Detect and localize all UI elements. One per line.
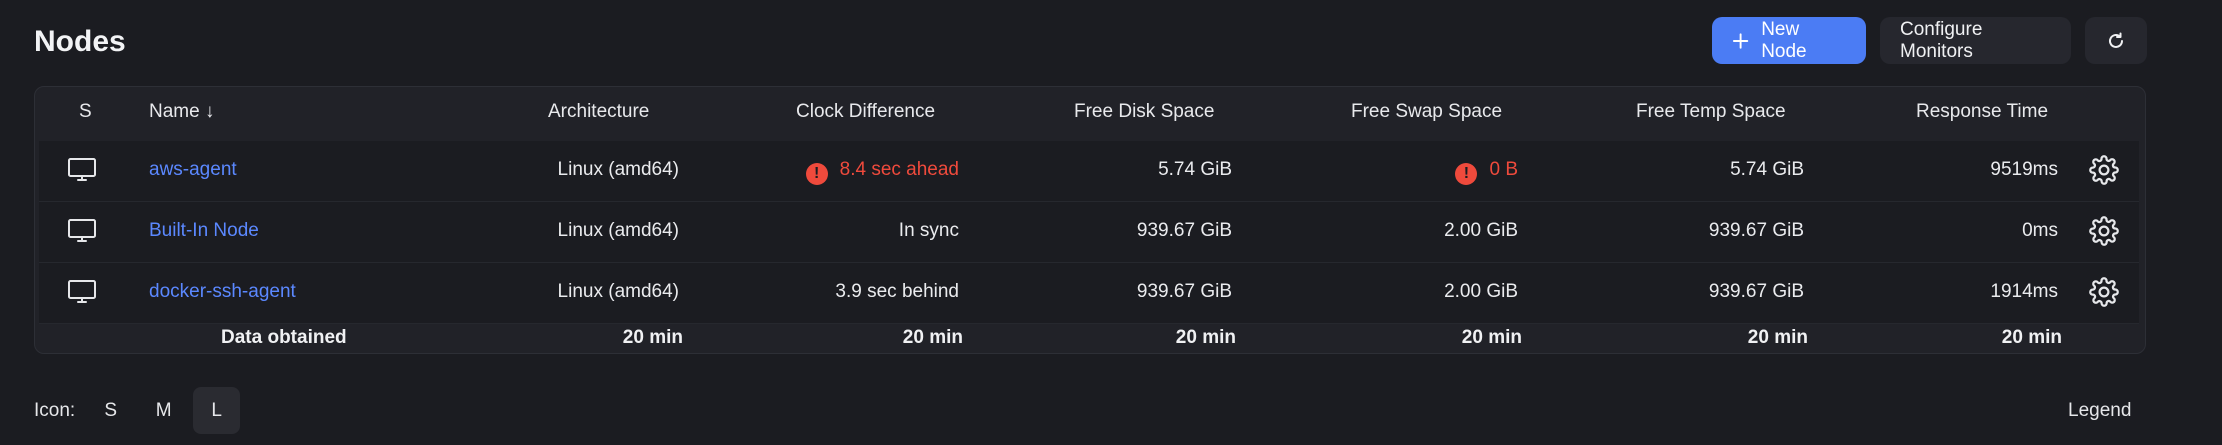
free-swap-value: 0 B bbox=[1489, 159, 1518, 180]
clock-difference-cell: ! 8.4 sec ahead bbox=[805, 159, 959, 185]
legend-link[interactable]: Legend bbox=[2068, 400, 2131, 422]
nodes-table: S Name ↓ Architecture Clock Difference F… bbox=[34, 86, 2146, 354]
computer-icon bbox=[68, 219, 96, 242]
table-footer: Data obtained 20 min 20 min 20 min 20 mi… bbox=[35, 323, 2145, 353]
clock-difference-cell: 3.9 sec behind bbox=[835, 281, 959, 302]
response-time-cell: 9519ms bbox=[1990, 159, 2058, 180]
column-header-status[interactable]: S bbox=[79, 101, 92, 123]
new-node-button[interactable]: New Node bbox=[1712, 17, 1866, 64]
node-name-link[interactable]: docker-ssh-agent bbox=[149, 281, 296, 303]
column-header-clock-difference[interactable]: Clock Difference bbox=[796, 101, 935, 123]
response-time-cell: 0ms bbox=[2022, 220, 2058, 241]
plus-icon bbox=[1732, 32, 1749, 49]
free-temp-cell: 939.67 GiB bbox=[1708, 220, 1804, 241]
table-row: docker-ssh-agent Linux (amd64) 3.9 sec b… bbox=[39, 263, 2139, 324]
free-disk-cell: 939.67 GiB bbox=[1136, 220, 1232, 241]
column-header-response-time[interactable]: Response Time bbox=[1916, 101, 2048, 123]
column-header-free-swap-space[interactable]: Free Swap Space bbox=[1351, 101, 1502, 123]
column-header-free-temp-space[interactable]: Free Temp Space bbox=[1636, 101, 1786, 123]
table-row: Built-In Node Linux (amd64) In sync 939.… bbox=[39, 202, 2139, 263]
footer-clock-difference: 20 min bbox=[902, 327, 963, 348]
table-row: aws-agent Linux (amd64) ! 8.4 sec ahead 5… bbox=[39, 141, 2139, 202]
refresh-icon bbox=[2109, 32, 2123, 48]
icon-size-s[interactable]: S bbox=[87, 387, 134, 434]
gear-icon[interactable] bbox=[2089, 216, 2119, 246]
clock-difference-value: 8.4 sec ahead bbox=[839, 159, 959, 180]
node-name-link[interactable]: Built-In Node bbox=[149, 220, 259, 242]
free-disk-cell: 939.67 GiB bbox=[1136, 281, 1232, 302]
node-name-link[interactable]: aws-agent bbox=[149, 159, 237, 181]
icon-size-selector: Icon: S M L bbox=[34, 387, 241, 434]
architecture-cell: Linux (amd64) bbox=[557, 159, 679, 180]
free-disk-cell: 5.74 GiB bbox=[1158, 159, 1232, 180]
warning-icon: ! bbox=[805, 163, 828, 185]
clock-difference-cell: In sync bbox=[898, 220, 959, 241]
gear-icon[interactable] bbox=[2089, 277, 2119, 307]
configure-monitors-button[interactable]: Configure Monitors bbox=[1880, 17, 2071, 64]
icon-size-label: Icon: bbox=[34, 399, 76, 421]
footer-free-swap: 20 min bbox=[1461, 327, 1522, 348]
icon-size-l[interactable]: L bbox=[193, 387, 241, 434]
column-header-name[interactable]: Name ↓ bbox=[149, 101, 214, 123]
free-swap-cell: ! 0 B bbox=[1455, 159, 1518, 185]
response-time-cell: 1914ms bbox=[1990, 281, 2058, 302]
table-header: S Name ↓ Architecture Clock Difference F… bbox=[35, 87, 2145, 141]
free-temp-cell: 939.67 GiB bbox=[1708, 281, 1804, 302]
footer-architecture: 20 min bbox=[622, 327, 683, 348]
architecture-cell: Linux (amd64) bbox=[557, 220, 679, 241]
new-node-label: New Node bbox=[1761, 18, 1807, 62]
column-header-architecture[interactable]: Architecture bbox=[548, 101, 649, 123]
computer-icon bbox=[68, 158, 96, 181]
gear-icon[interactable] bbox=[2089, 155, 2119, 185]
top-actions: New Node Configure Monitors bbox=[1712, 17, 2147, 64]
footer-free-temp: 20 min bbox=[1747, 327, 1808, 348]
architecture-cell: Linux (amd64) bbox=[557, 281, 679, 302]
warning-icon: ! bbox=[1455, 163, 1478, 185]
free-temp-cell: 5.74 GiB bbox=[1730, 159, 1804, 180]
footer-free-disk: 20 min bbox=[1175, 327, 1236, 348]
footer-label: Data obtained bbox=[221, 327, 347, 348]
icon-size-m[interactable]: M bbox=[140, 387, 187, 434]
column-header-free-disk-space[interactable]: Free Disk Space bbox=[1074, 101, 1214, 123]
refresh-button[interactable] bbox=[2085, 17, 2147, 64]
page-title: Nodes bbox=[34, 25, 126, 58]
footer-response-time: 20 min bbox=[2001, 327, 2062, 348]
computer-icon bbox=[68, 280, 96, 303]
free-swap-cell: 2.00 GiB bbox=[1444, 220, 1518, 241]
free-swap-cell: 2.00 GiB bbox=[1444, 281, 1518, 302]
